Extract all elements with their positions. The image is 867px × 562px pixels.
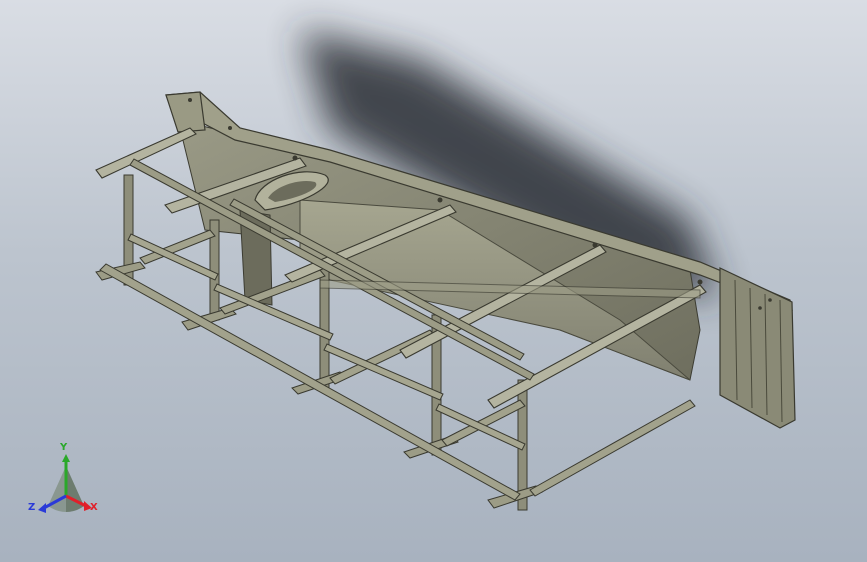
triad-x-label: X xyxy=(90,502,98,513)
end-plate-left xyxy=(165,91,206,133)
end-plate-right xyxy=(719,267,796,429)
coordinate-triad[interactable]: Y X Z xyxy=(26,442,106,522)
y-arrow xyxy=(62,454,70,462)
triad-z-label: Z xyxy=(28,502,36,513)
model-render[interactable] xyxy=(0,0,867,562)
z-arrow xyxy=(38,503,46,513)
3d-model-viewport[interactable]: Y X Z xyxy=(0,0,867,562)
triad-y-label: Y xyxy=(60,442,68,453)
